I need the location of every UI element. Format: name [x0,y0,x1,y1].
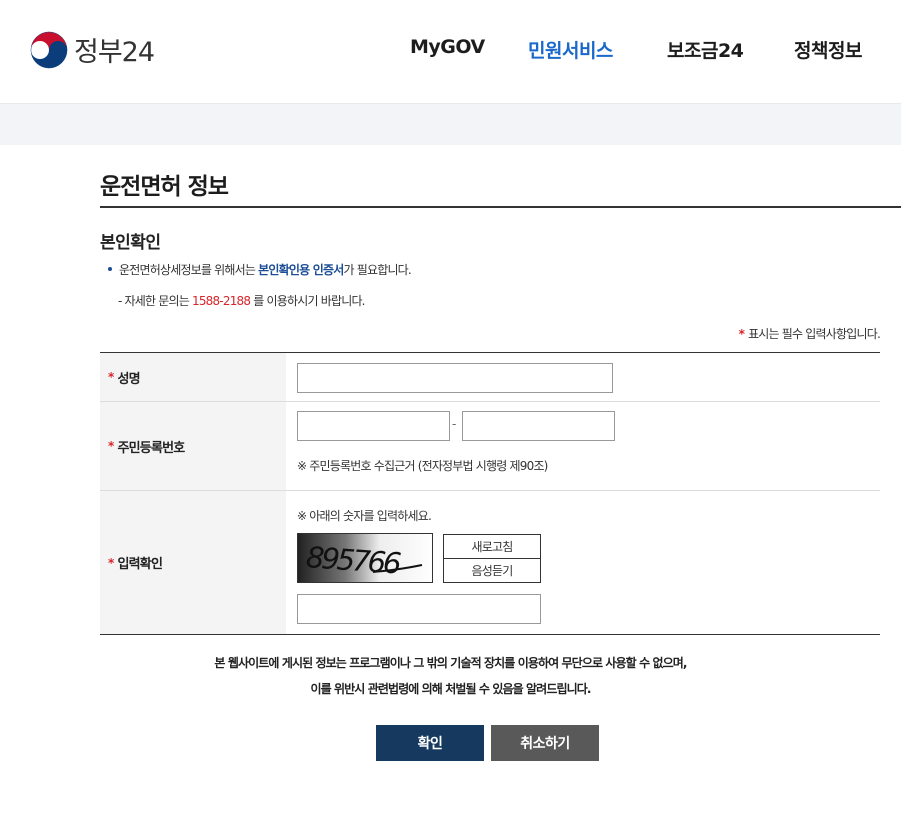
nav-item-mygov[interactable]: MyGOV [410,36,485,58]
captcha-graphic: 895766 [298,534,432,582]
logo-text: 정부24 [74,37,155,68]
site-logo[interactable]: 정부24 [30,30,155,69]
required-star-icon: * [108,370,114,384]
required-note-text: 표시는 필수 입력사항입니다. [748,327,881,341]
name-label-text: 성명 [117,371,140,387]
form-row-captcha: * 입력확인 ※ 아래의 숫자를 입력하세요. 895766 새로고침 음성듣기 [100,491,880,634]
name-label: * 성명 [100,353,286,401]
copyright-notice-line2: 이를 위반시 관련법령에 의해 처벌될 수 있음을 알려드립니다. [310,682,591,696]
rrn-label-text: 주민등록번호 [117,440,185,456]
cancel-button[interactable]: 취소하기 [491,725,599,761]
bullet-icon [108,266,112,271]
captcha-image: 895766 [297,533,433,583]
contact-text: - 자세한 문의는 [118,294,193,308]
rrn-back-input[interactable] [462,411,615,441]
rrn-legal-note: ※ 주민등록번호 수집근거 (전자정부법 시행령 제90조) [297,459,548,473]
nav-item-subsidy24[interactable]: 보조금24 [667,36,744,63]
captcha-field-cell: ※ 아래의 숫자를 입력하세요. 895766 새로고침 음성듣기 [286,491,880,634]
captcha-label-text: 입력확인 [117,557,163,572]
form-row-name: * 성명 [100,353,880,402]
captcha-instruction: ※ 아래의 숫자를 입력하세요. [297,509,432,523]
taegeuk-logo-icon [30,31,68,68]
required-star-icon: * [108,555,114,570]
captcha-refresh-button[interactable]: 새로고침 [443,534,541,559]
rrn-front-input[interactable] [297,411,450,441]
contact-text-end: 를 이용하시기 바랍니다. [250,294,365,308]
certificate-notice: 운전면허상세정보를 위해서는 본인확인용 인증서가 필요합니다. [108,261,412,278]
name-field-cell [286,353,880,401]
rrn-dash: - [452,417,457,431]
copyright-notice-line1: 본 웹사이트에 게시된 정보는 프로그램이나 그 밖의 기술적 장치를 이용하여… [214,656,687,670]
confirm-button[interactable]: 확인 [376,725,484,761]
captcha-audio-button[interactable]: 음성듣기 [443,558,541,583]
sub-navigation-bar [0,104,901,145]
identity-form: * 성명 * 주민등록번호 - ※ 주민등록번호 수집근거 (전자정부법 시행령 제… [100,352,880,635]
nav-item-civil-service[interactable]: 민원서비스 [528,36,613,63]
title-divider [100,206,901,208]
page-title: 운전면허 정보 [100,174,229,200]
captcha-text: 895766 [305,540,402,581]
form-row-rrn: * 주민등록번호 - ※ 주민등록번호 수집근거 (전자정부법 시행령 제90조) [100,402,880,491]
contact-phone: 1588-2188 [192,294,251,308]
captcha-input[interactable] [297,594,541,624]
required-star-icon: * [738,327,745,341]
required-star-icon: * [108,439,114,453]
name-input[interactable] [297,363,613,393]
section-title: 본인확인 [100,233,161,253]
contact-notice: - 자세한 문의는 1588-2188 를 이용하시기 바랍니다. [118,292,366,309]
rrn-field-cell: - ※ 주민등록번호 수집근거 (전자정부법 시행령 제90조) [286,402,880,490]
site-header: 정부24 MyGOV 민원서비스 보조금24 정책정보 [0,0,901,104]
required-fields-note: * 표시는 필수 입력사항입니다. [738,325,881,342]
certificate-highlight: 본인확인용 인증서 [258,263,344,277]
rrn-label: * 주민등록번호 [100,402,286,490]
nav-item-policy-info[interactable]: 정책정보 [794,36,862,63]
notice-text: 운전면허상세정보를 위해서는 [119,263,259,277]
captcha-label: * 입력확인 [100,491,286,634]
notice-text-end: 가 필요합니다. [343,263,411,277]
